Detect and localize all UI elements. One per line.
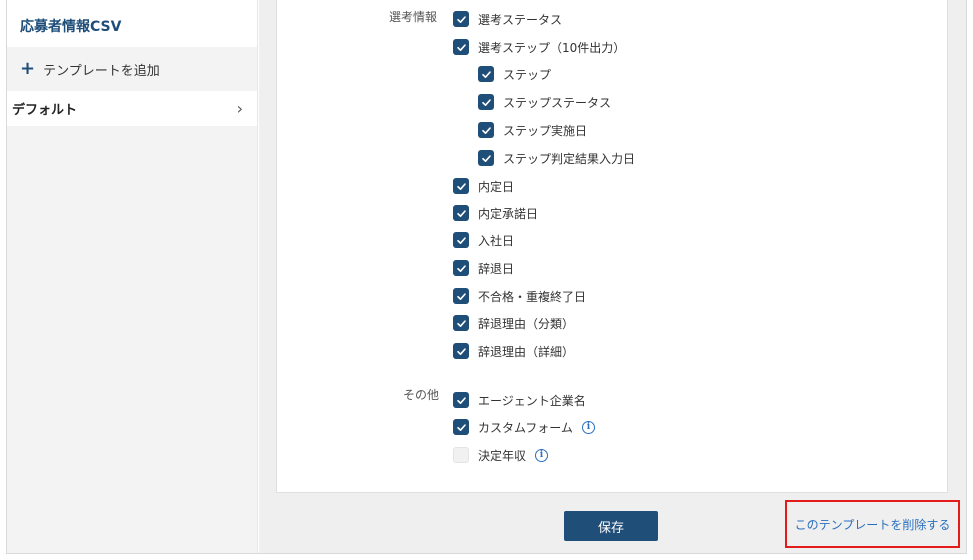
check-icon xyxy=(456,347,466,355)
checkbox-row[interactable]: 辞退理由（詳細） xyxy=(453,342,574,360)
checkbox-row[interactable]: 内定日 xyxy=(453,177,514,195)
checkbox-row[interactable]: ステップ判定結果入力日 xyxy=(478,149,635,167)
checkbox-label: カスタムフォーム xyxy=(478,420,573,435)
checkbox-label: 辞退理由（詳細） xyxy=(478,344,575,359)
checkbox-label: 入社日 xyxy=(478,233,515,248)
checkbox-checked[interactable] xyxy=(453,178,469,194)
checkbox-row[interactable]: ステップ xyxy=(478,65,551,83)
checkbox-label: 選考ステップ（10件出力） xyxy=(478,40,626,55)
checkbox-row[interactable]: カスタムフォーム i xyxy=(453,418,595,436)
check-icon xyxy=(456,209,466,217)
checkbox-checked[interactable] xyxy=(453,260,469,276)
checkbox-row[interactable]: 辞退理由（分類） xyxy=(453,314,574,332)
checkbox-checked[interactable] xyxy=(453,39,469,55)
checkbox-checked[interactable] xyxy=(478,122,494,138)
checkbox-row[interactable]: ステップステータス xyxy=(478,93,611,111)
checkbox-checked[interactable] xyxy=(453,232,469,248)
checkbox-label: 決定年収 xyxy=(478,448,527,463)
check-icon xyxy=(481,154,491,162)
info-icon[interactable]: i xyxy=(581,420,595,434)
checkbox-row[interactable]: 内定承諾日 xyxy=(453,204,538,222)
check-icon xyxy=(456,15,466,23)
check-icon xyxy=(456,236,466,244)
checkbox-label: 辞退日 xyxy=(478,261,515,276)
check-icon xyxy=(456,319,466,327)
sidebar: 応募者情報CSV + テンプレートを追加 デフォルト › xyxy=(7,0,258,553)
checkbox-checked[interactable] xyxy=(453,11,469,27)
checkbox-checked[interactable] xyxy=(453,343,469,359)
checkbox-label: 内定日 xyxy=(478,179,515,194)
check-icon xyxy=(456,182,466,190)
checkbox-checked[interactable] xyxy=(453,205,469,221)
info-icon[interactable]: i xyxy=(535,448,549,462)
delete-template-link[interactable]: このテンプレートを削除する xyxy=(785,500,960,548)
check-icon xyxy=(481,70,491,78)
checkbox-unchecked[interactable] xyxy=(453,447,469,463)
checkbox-label: ステップ判定結果入力日 xyxy=(503,151,636,166)
section-label-other: その他 xyxy=(403,388,440,402)
checkbox-row[interactable]: 選考ステータス xyxy=(453,10,562,28)
check-icon xyxy=(456,423,466,431)
check-icon xyxy=(481,126,491,134)
checkbox-label: 内定承諾日 xyxy=(478,206,539,221)
checkbox-row[interactable]: 選考ステップ（10件出力） xyxy=(453,38,625,56)
checkbox-label: ステップステータス xyxy=(503,95,612,110)
check-icon xyxy=(456,396,466,404)
check-icon xyxy=(456,264,466,272)
checkbox-row[interactable]: 不合格・重複終了日 xyxy=(453,287,586,305)
checkbox-row[interactable]: エージェント企業名 xyxy=(453,391,586,409)
add-template-label: テンプレートを追加 xyxy=(43,63,160,79)
checkbox-label: ステップ xyxy=(503,67,552,82)
checkbox-label: ステップ実施日 xyxy=(503,123,588,138)
check-icon xyxy=(481,98,491,106)
checkbox-label: 選考ステータス xyxy=(478,12,563,27)
checkbox-checked[interactable] xyxy=(453,419,469,435)
checkbox-label: エージェント企業名 xyxy=(478,393,586,408)
main-area: 選考情報 その他 選考ステータス選考ステップ（10件出力） ステップステップステー… xyxy=(259,0,966,553)
app-frame: 応募者情報CSV + テンプレートを追加 デフォルト › 選考情報 その他 選考… xyxy=(6,0,967,554)
checkbox-checked[interactable] xyxy=(478,150,494,166)
checkbox-row[interactable]: 入社日 xyxy=(453,231,514,249)
checkbox-checked[interactable] xyxy=(453,315,469,331)
sidebar-item-label: デフォルト xyxy=(12,103,78,118)
check-icon xyxy=(456,43,466,51)
sidebar-item-default[interactable]: デフォルト › xyxy=(7,91,257,126)
settings-panel: 選考情報 その他 選考ステータス選考ステップ（10件出力） ステップステップステー… xyxy=(276,0,948,493)
chevron-right-icon: › xyxy=(236,99,243,118)
save-button[interactable]: 保存 xyxy=(564,511,658,541)
checkbox-label: 辞退理由（分類） xyxy=(478,316,575,331)
checkbox-checked[interactable] xyxy=(478,94,494,110)
section-label-selection: 選考情報 xyxy=(389,10,438,24)
checkbox-row[interactable]: ステップ実施日 xyxy=(478,121,587,139)
checkbox-row[interactable]: 辞退日 xyxy=(453,259,514,277)
checkbox-checked[interactable] xyxy=(453,288,469,304)
checkbox-label: 不合格・重複終了日 xyxy=(478,289,587,304)
check-icon xyxy=(456,292,466,300)
add-template-button[interactable]: + テンプレートを追加 xyxy=(7,47,257,91)
plus-icon: + xyxy=(20,58,36,79)
checkbox-checked[interactable] xyxy=(453,392,469,408)
checkbox-checked[interactable] xyxy=(478,66,494,82)
checkbox-row[interactable]: 決定年収 i xyxy=(453,446,549,464)
sidebar-title: 応募者情報CSV xyxy=(7,0,257,47)
